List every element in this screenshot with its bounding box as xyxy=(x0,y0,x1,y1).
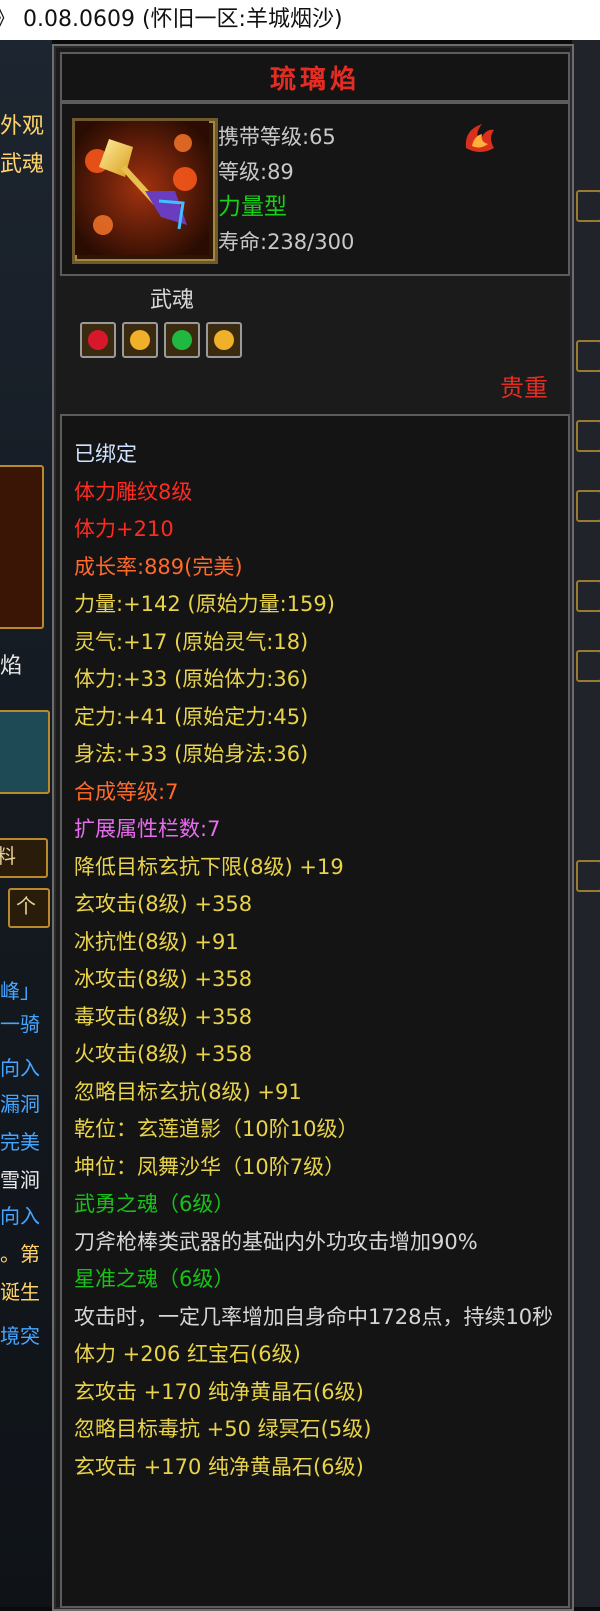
green-gem-icon[interactable] xyxy=(164,322,200,358)
bg-pet-portrait xyxy=(0,465,44,629)
bg-button[interactable]: 个 xyxy=(8,888,50,928)
bg-tab[interactable]: 料 xyxy=(0,838,48,878)
item-lifespan: 寿命:238/300 xyxy=(218,230,355,254)
bg-item-slot xyxy=(0,710,50,794)
property-line: 武勇之魂（6级） xyxy=(74,1192,235,1216)
property-line: 玄攻击 +170 纯净黄晶石(6级) xyxy=(74,1454,364,1479)
bg-tab-label: 料 xyxy=(0,844,16,868)
property-line: 已绑定 xyxy=(74,442,137,466)
background-right-panel xyxy=(572,40,600,1607)
item-type: 力量型 xyxy=(218,194,287,220)
item-name: 琉璃焰 xyxy=(269,64,360,95)
bg-label: 向入 xyxy=(0,1204,40,1228)
property-line: 力量:+142 (原始力量:159) xyxy=(74,592,335,616)
flame-wing-icon xyxy=(465,124,494,152)
item-properties-box: 已绑定体力雕纹8级 体力+210 成长率:889(完美) 力量:+142 (原始力量:… xyxy=(60,414,570,1608)
property-line: 冰攻击(8级) +358 xyxy=(74,967,253,991)
property-line: 降低目标玄抗下限(8级) +19 xyxy=(74,854,344,879)
property-line: 玄攻击(8级) +358 xyxy=(74,892,253,916)
property-line: 灵气:+17 (原始灵气:18) xyxy=(74,629,309,654)
bg-label: 境突 xyxy=(0,1324,40,1348)
item-level: 等级:89 xyxy=(218,160,294,184)
carry-level: 携带等级:65 xyxy=(218,125,336,149)
bg-right-slot xyxy=(576,190,600,222)
yellow-gem-icon[interactable] xyxy=(206,322,242,358)
property-line: 火攻击(8级) +358 xyxy=(74,1042,253,1066)
window-title: 》 0.08.0609 (怀旧一区:羊城烟沙) xyxy=(0,7,343,32)
yellow-gem-icon[interactable] xyxy=(122,322,158,358)
background-left-panel: 外观 武魂 焰 料 个 峰」 一骑 向入 漏洞 完美 雪涧 向入 。第 诞生 境… xyxy=(0,40,52,1607)
property-line: 坤位：凤舞沙华（10阶7级） xyxy=(74,1154,346,1179)
bg-right-slot xyxy=(576,650,600,682)
property-line: 毒攻击(8级) +358 xyxy=(74,1004,253,1029)
item-properties-list: 已绑定体力雕纹8级 体力+210 成长率:889(完美) 力量:+142 (原始力量:… xyxy=(74,436,558,1486)
bg-label: 一骑 xyxy=(0,1012,40,1036)
item-info-box: 携带等级:65 等级:89 力量型 寿命:238/300 xyxy=(60,102,570,276)
bg-label: 。第 xyxy=(0,1242,40,1266)
property-line: 身法:+33 (原始身法:36) xyxy=(74,742,309,766)
bg-label: 焰 xyxy=(0,654,23,679)
bg-label: 诞生 xyxy=(0,1280,40,1304)
bg-right-slot xyxy=(576,490,600,522)
property-line: 体力:+33 (原始体力:36) xyxy=(74,667,309,691)
property-line: 刀斧枪棒类武器的基础内外功攻击增加90% xyxy=(74,1229,478,1254)
weapon-spirit-icon xyxy=(75,121,209,255)
item-portrait xyxy=(72,118,218,264)
property-line: 攻击时，一定几率增加自身命中1728点，持续10秒 xyxy=(74,1304,554,1329)
bg-right-slot xyxy=(576,580,600,612)
bg-label: 峰」 xyxy=(0,979,40,1003)
property-line: 体力 +206 红宝石(6级) xyxy=(74,1342,301,1366)
property-line: 乾位：玄莲道影（10阶10级） xyxy=(74,1117,359,1141)
bg-right-slot xyxy=(576,340,600,372)
property-line: 定力:+41 (原始定力:45) xyxy=(74,704,309,729)
bg-label: 雪涧 xyxy=(0,1168,40,1192)
item-tooltip: 琉璃焰 携带等级:65 等级:89 力量型 寿命:238/300 武魂 贵重 已… xyxy=(52,44,574,1611)
bg-right-slot xyxy=(576,420,600,452)
bg-label: 向入 xyxy=(0,1056,40,1080)
property-line: 体力雕纹8级 xyxy=(74,479,193,504)
property-line: 合成等级:7 xyxy=(74,779,179,804)
property-line: 扩展属性栏数:7 xyxy=(74,817,221,841)
window-title-bar: 》 0.08.0609 (怀旧一区:羊城烟沙) xyxy=(0,0,600,40)
bg-button-label: 个 xyxy=(16,894,36,918)
property-line: 忽略目标玄抗(8级) +91 xyxy=(74,1079,302,1104)
item-name-header: 琉璃焰 xyxy=(60,52,570,102)
property-line: 体力+210 xyxy=(74,517,174,541)
gem-slots xyxy=(80,322,242,358)
property-line: 星准之魂（6级） xyxy=(74,1267,235,1291)
property-line: 成长率:889(完美) xyxy=(74,554,243,579)
red-gem-icon[interactable] xyxy=(80,322,116,358)
bg-label: 完美 xyxy=(0,1130,40,1154)
property-line: 玄攻击 +170 纯净黄晶石(6级) xyxy=(74,1379,364,1404)
bg-label: 武魂 xyxy=(0,152,45,177)
property-line: 忽略目标毒抗 +50 绿冥石(5级) xyxy=(74,1417,372,1441)
bg-label: 外观 xyxy=(0,114,45,139)
bg-right-slot xyxy=(576,860,600,892)
rarity-label: 贵重 xyxy=(500,374,548,402)
bg-label: 漏洞 xyxy=(0,1092,40,1116)
weapon-soul-label: 武魂 xyxy=(150,288,195,313)
item-stats: 携带等级:65 等级:89 力量型 寿命:238/300 xyxy=(218,120,354,260)
property-line: 冰抗性(8级) +91 xyxy=(74,929,239,954)
